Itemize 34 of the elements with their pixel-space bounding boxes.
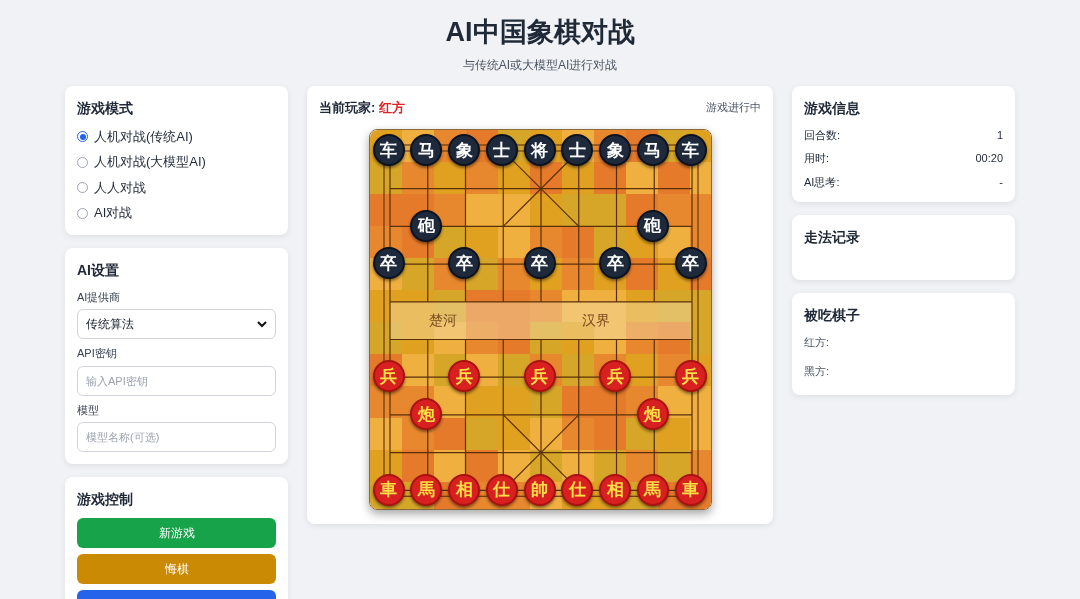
field-label: API密钥 (77, 346, 118, 362)
info-label: 回合数: (804, 127, 841, 143)
river-text: 汉界 (581, 312, 610, 331)
control-button[interactable]: 新游戏 (77, 518, 276, 549)
radio-label: 人人对战 (94, 178, 146, 197)
card-title: 游戏控制 (77, 490, 134, 510)
control-button[interactable]: 悔棋 (77, 554, 276, 585)
radio-label: AI对战 (94, 204, 133, 223)
current-player-label: 当前玩家: (319, 98, 376, 117)
info-label: AI思考: (804, 174, 840, 190)
river-text: 楚河 (428, 312, 457, 331)
radio-label: 人机对战(传统AI) (94, 127, 193, 146)
card-title: AI设置 (77, 260, 120, 280)
captured-label: 红方: (804, 335, 831, 351)
input-field[interactable]: 模型名称(可选) (77, 422, 276, 453)
card-title: 游戏信息 (804, 98, 861, 118)
select-field[interactable]: 传统算法 (77, 309, 276, 340)
card-title: 游戏模式 (77, 98, 134, 118)
info-value: 1 (996, 127, 1003, 143)
field-label: 模型 (77, 402, 100, 418)
radio-label: 人机对战(大模型AI) (94, 153, 206, 172)
card-title: 走法记录 (804, 228, 861, 248)
chevron-down-icon (257, 320, 267, 328)
game-status-text: 游戏进行中 (706, 100, 761, 116)
page-subtitle: 与传统AI或大模型AI进行对战 (462, 56, 618, 74)
captured-label: 黑方: (804, 363, 831, 379)
info-value: 00:20 (975, 151, 1003, 167)
info-value: - (999, 174, 1003, 190)
input-field[interactable]: 输入API密钥 (77, 365, 276, 396)
card-title: 被吃棋子 (804, 306, 861, 326)
current-player-value: 红方 (379, 98, 406, 117)
page-title: AI中国象棋对战 (445, 16, 635, 49)
info-label: 用时: (804, 151, 830, 167)
field-label: AI提供商 (77, 289, 122, 305)
